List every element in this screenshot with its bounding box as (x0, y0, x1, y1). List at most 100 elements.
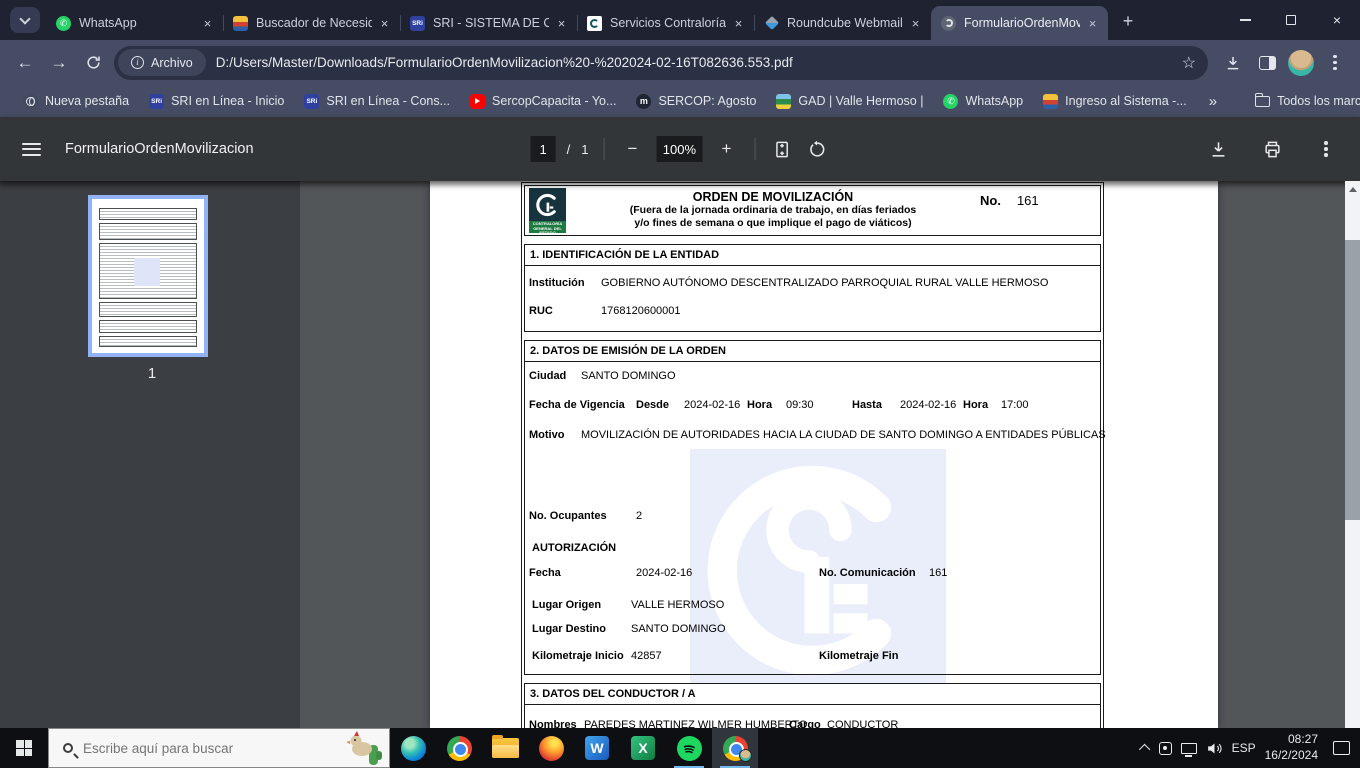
bookmark-sercopcapacita[interactable]: SercopCapacita - Yo... (461, 91, 625, 112)
tab-close-icon[interactable]: × (199, 15, 216, 32)
bookmarks-bar: Nueva pestaña SRi SRI en Línea - Inicio … (0, 85, 1360, 117)
tab-roundcube[interactable]: Roundcube Webmail × (754, 6, 932, 40)
zoom-in-button[interactable]: + (713, 136, 739, 162)
maximize-button[interactable] (1268, 0, 1314, 40)
download-icon (1212, 141, 1224, 157)
bookmark-sri-inicio[interactable]: SRi SRI en Línea - Inicio (140, 91, 293, 112)
side-panel-button[interactable] (1250, 46, 1284, 80)
windows-taskbar: W X ESP 08:27 16/2 (0, 728, 1360, 768)
whatsapp-icon: ✆ (943, 93, 959, 109)
speaker-icon (1207, 743, 1222, 753)
pdf-print-button[interactable] (1260, 137, 1284, 161)
search-input[interactable] (83, 740, 293, 756)
bookmark-label: Ingreso al Sistema -... (1065, 94, 1187, 108)
tray-app-icon[interactable] (1158, 741, 1172, 755)
logo-caption: CONTRALORÍA GENERAL DEL ESTADO (529, 221, 566, 233)
ecuador-shield-icon (233, 15, 248, 31)
side-panel-icon (1258, 55, 1276, 70)
browser-toolbar: ← → i Archivo D:/Users/Master/Downloads/… (0, 40, 1360, 85)
tab-close-icon[interactable]: × (376, 15, 393, 32)
back-button[interactable]: ← (8, 46, 42, 80)
section3-body: Nombres PAREDES MARTINEZ WILMER HUMBERTO… (524, 705, 1101, 728)
download-icon (1227, 56, 1239, 69)
section2-body: Ciudad SANTO DOMINGO Fecha de Vigencia D… (524, 362, 1106, 675)
scrollbar-thumb[interactable] (1345, 240, 1360, 520)
page-total: 1 (581, 141, 589, 157)
tab-whatsapp[interactable]: ✆ WhatsApp × (46, 6, 224, 40)
volume-button[interactable] (1206, 740, 1223, 757)
address-bar[interactable]: i Archivo D:/Users/Master/Downloads/Form… (114, 45, 1208, 80)
hasta-label: Hasta (852, 399, 882, 411)
cge-logo-icon (529, 188, 566, 221)
tab-close-icon[interactable]: × (730, 15, 747, 32)
cargo-value: CONDUCTOR (827, 719, 899, 728)
site-info-chip[interactable]: i Archivo (118, 49, 206, 76)
taskbar-spotify[interactable] (666, 728, 712, 768)
taskbar-firefox[interactable] (528, 728, 574, 768)
pdf-action-buttons (1206, 137, 1338, 161)
start-button[interactable] (0, 728, 48, 768)
all-bookmarks-button[interactable]: Todos los marcadores (1246, 91, 1360, 111)
avatar (1288, 49, 1314, 76)
fit-to-page-button[interactable] (770, 137, 794, 161)
language-indicator[interactable]: ESP (1232, 741, 1256, 755)
taskbar-edge[interactable] (390, 728, 436, 768)
taskbar-chrome-active[interactable] (712, 728, 758, 768)
scroll-up-button[interactable] (1345, 181, 1360, 197)
sri-icon: SRi (410, 15, 425, 31)
profile-avatar[interactable] (1284, 46, 1318, 80)
pdf-download-button[interactable] (1206, 137, 1230, 161)
clock[interactable]: 08:27 16/2/2024 (1265, 732, 1318, 763)
clock-time: 08:27 (1287, 732, 1318, 747)
km-inicio-value: 42857 (631, 650, 662, 662)
taskbar-word[interactable]: W (574, 728, 620, 768)
bookmark-star-icon[interactable]: ☆ (1182, 53, 1196, 73)
bookmark-whatsapp[interactable]: ✆ WhatsApp (934, 91, 1032, 112)
bookmarks-overflow-button[interactable]: » (1200, 90, 1226, 113)
tab-formulario-active[interactable]: FormularioOrdenMov × (931, 6, 1108, 40)
tab-buscador[interactable]: Buscador de Necesida × (223, 6, 401, 40)
action-center-icon[interactable] (1333, 741, 1350, 755)
pdf-menu-button[interactable] (22, 142, 41, 156)
rotate-button[interactable] (805, 137, 829, 161)
minimize-button[interactable] (1222, 0, 1268, 40)
close-window-button[interactable]: × (1314, 0, 1360, 40)
forward-button[interactable]: → (42, 46, 76, 80)
tab-close-icon[interactable]: × (553, 15, 570, 32)
tab-close-icon[interactable]: × (1084, 15, 1101, 32)
whatsapp-icon: ✆ (56, 15, 71, 31)
vertical-scrollbar[interactable] (1345, 181, 1360, 728)
taskbar-explorer[interactable] (482, 728, 528, 768)
zoom-out-button[interactable]: − (619, 136, 645, 162)
pdf-more-button[interactable] (1314, 137, 1338, 161)
browser-menu-button[interactable] (1318, 46, 1352, 80)
km-inicio-label: Kilometraje Inicio (532, 650, 624, 662)
bookmark-nueva-pestana[interactable]: Nueva pestaña (14, 91, 138, 112)
hora-desde-label: Hora (747, 399, 773, 411)
desde-value: 2024-02-16 (684, 399, 741, 411)
tab-close-icon[interactable]: × (907, 15, 924, 32)
reload-button[interactable] (76, 46, 110, 80)
taskbar-excel[interactable]: X (620, 728, 666, 768)
zoom-level: 100% (656, 136, 703, 162)
bookmark-ingreso-sistema[interactable]: Ingreso al Sistema -... (1034, 91, 1196, 112)
bookmark-gad-valle-hermoso[interactable]: GAD | Valle Hermoso | (767, 91, 932, 112)
downloads-button[interactable] (1216, 46, 1250, 80)
page-thumbnail[interactable] (88, 195, 208, 357)
bookmark-sri-consultas[interactable]: SRi SRI en Línea - Cons... (295, 91, 459, 112)
page-number-input[interactable]: 1 (530, 136, 556, 162)
tab-search-button[interactable] (10, 7, 40, 33)
bookmark-label: SRI en Línea - Cons... (326, 94, 451, 108)
bookmark-sercop-agosto[interactable]: m SERCOP: Agosto (627, 91, 765, 112)
pdf-toolbar: FormularioOrdenMovilizacion 1 / 1 − 100%… (0, 117, 1360, 181)
tab-contraloria[interactable]: Servicios Contraloría × (577, 6, 755, 40)
bookmark-label: Nueva pestaña (45, 94, 130, 108)
tab-sri[interactable]: SRi SRI - SISTEMA DE CO × (400, 6, 578, 40)
tab-label: FormularioOrdenMov (964, 16, 1080, 30)
folder-icon (1255, 92, 1271, 107)
minimize-icon (1239, 19, 1251, 21)
taskbar-chrome[interactable] (436, 728, 482, 768)
network-icon[interactable] (1180, 742, 1197, 757)
taskbar-search[interactable] (48, 728, 390, 768)
new-tab-button[interactable]: + (1114, 7, 1142, 35)
